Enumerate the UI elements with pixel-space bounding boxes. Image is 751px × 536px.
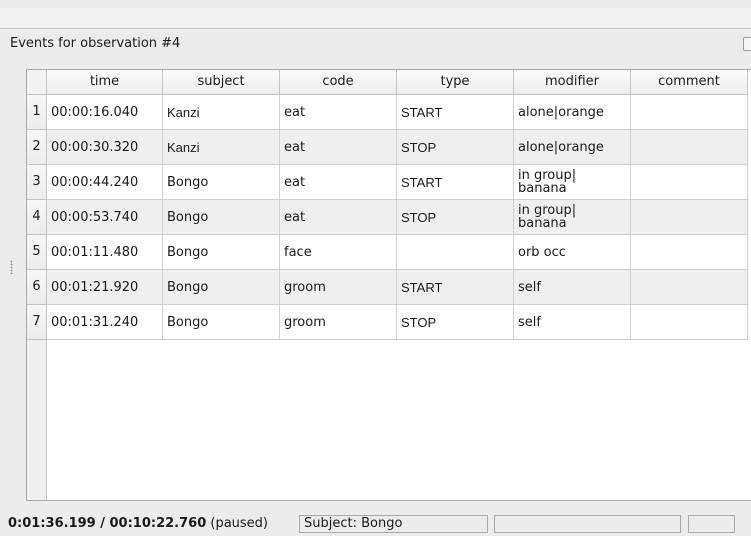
cell-code[interactable]: face [280, 235, 397, 270]
cell-modifier[interactable]: in group| banana [514, 200, 631, 235]
resize-grip-icon[interactable] [10, 260, 13, 274]
table-corner[interactable] [27, 70, 47, 95]
table-row[interactable]: 00:00:30.320 Kanzi eat STOP alone|orange [47, 130, 748, 165]
cell-code[interactable]: eat [280, 130, 397, 165]
cell-modifier[interactable]: in group| banana [514, 165, 631, 200]
cell-time[interactable]: 00:01:31.240 [47, 305, 163, 340]
cell-subject[interactable]: Bongo [163, 165, 280, 200]
events-table[interactable]: time subject code type modifier comment … [26, 69, 751, 501]
table-row[interactable]: 00:00:44.240 Bongo eat START in group| b… [47, 165, 748, 200]
column-header-subject[interactable]: subject [163, 70, 280, 95]
cell-subject[interactable]: Bongo [163, 305, 280, 340]
column-header-code[interactable]: code [280, 70, 397, 95]
cell-type[interactable]: START [397, 95, 514, 130]
events-window: Events for observation #4 time subject c… [0, 0, 751, 536]
table-row[interactable]: 00:01:21.920 Bongo groom START self [47, 270, 748, 305]
row-header[interactable]: 3 [27, 165, 46, 200]
cell-code[interactable]: groom [280, 270, 397, 305]
table-header: time subject code type modifier comment [47, 70, 748, 95]
float-dock-icon[interactable] [743, 37, 751, 51]
cell-comment[interactable] [631, 235, 748, 270]
cell-modifier[interactable]: orb occ [514, 235, 631, 270]
media-time: 0:01:36.199 / 00:10:22.760 [8, 516, 207, 531]
cell-subject[interactable]: Bongo [163, 200, 280, 235]
toolbar-strip [0, 8, 751, 29]
cell-modifier[interactable]: alone|orange [514, 130, 631, 165]
cell-comment[interactable] [631, 270, 748, 305]
cell-subject[interactable]: Kanzi [163, 130, 280, 165]
row-header[interactable]: 7 [27, 305, 46, 340]
table-body: 00:00:16.040 Kanzi eat START alone|orang… [47, 95, 748, 340]
cell-time[interactable]: 00:01:11.480 [47, 235, 163, 270]
dock-title: Events for observation #4 [10, 36, 181, 51]
cell-type[interactable]: STOP [397, 200, 514, 235]
media-state: (paused) [206, 516, 269, 531]
table-row[interactable]: 00:01:11.480 Bongo face orb occ [47, 235, 748, 270]
cell-type[interactable] [397, 235, 514, 270]
status-bar: 0:01:36.199 / 00:10:22.760 (paused) Subj… [0, 514, 751, 536]
row-header-column: 1 2 3 4 5 6 7 [27, 95, 47, 500]
cell-type[interactable]: STOP [397, 305, 514, 340]
row-header[interactable]: 6 [27, 270, 46, 305]
cell-subject[interactable]: Kanzi [163, 95, 280, 130]
status-field [494, 515, 681, 533]
row-header[interactable]: 1 [27, 95, 46, 130]
row-header[interactable]: 4 [27, 200, 46, 235]
cell-modifier[interactable]: self [514, 270, 631, 305]
cell-modifier[interactable]: alone|orange [514, 95, 631, 130]
column-header-modifier[interactable]: modifier [514, 70, 631, 95]
column-header-time[interactable]: time [47, 70, 163, 95]
cell-type[interactable]: STOP [397, 130, 514, 165]
cell-comment[interactable] [631, 200, 748, 235]
cell-time[interactable]: 00:01:21.920 [47, 270, 163, 305]
table-row[interactable]: 00:00:16.040 Kanzi eat START alone|orang… [47, 95, 748, 130]
cell-subject[interactable]: Bongo [163, 235, 280, 270]
cell-subject[interactable]: Bongo [163, 270, 280, 305]
cell-time[interactable]: 00:00:53.740 [47, 200, 163, 235]
cell-comment[interactable] [631, 130, 748, 165]
media-position-label: 0:01:36.199 / 00:10:22.760 (paused) [8, 516, 268, 531]
row-header[interactable]: 2 [27, 130, 46, 165]
cell-modifier[interactable]: self [514, 305, 631, 340]
table-row[interactable]: 00:00:53.740 Bongo eat STOP in group| ba… [47, 200, 748, 235]
cell-time[interactable]: 00:00:44.240 [47, 165, 163, 200]
cell-comment[interactable] [631, 305, 748, 340]
cell-type[interactable]: START [397, 270, 514, 305]
table-row[interactable]: 00:01:31.240 Bongo groom STOP self [47, 305, 748, 340]
row-header[interactable]: 5 [27, 235, 46, 270]
cell-comment[interactable] [631, 95, 748, 130]
cell-code[interactable]: eat [280, 165, 397, 200]
cell-time[interactable]: 00:00:30.320 [47, 130, 163, 165]
current-subject-label: Subject: Bongo [299, 515, 488, 533]
status-field [688, 515, 735, 533]
column-header-comment[interactable]: comment [631, 70, 748, 95]
cell-code[interactable]: groom [280, 305, 397, 340]
cell-code[interactable]: eat [280, 95, 397, 130]
cell-type[interactable]: START [397, 165, 514, 200]
cell-comment[interactable] [631, 165, 748, 200]
cell-time[interactable]: 00:00:16.040 [47, 95, 163, 130]
cell-code[interactable]: eat [280, 200, 397, 235]
column-header-type[interactable]: type [397, 70, 514, 95]
